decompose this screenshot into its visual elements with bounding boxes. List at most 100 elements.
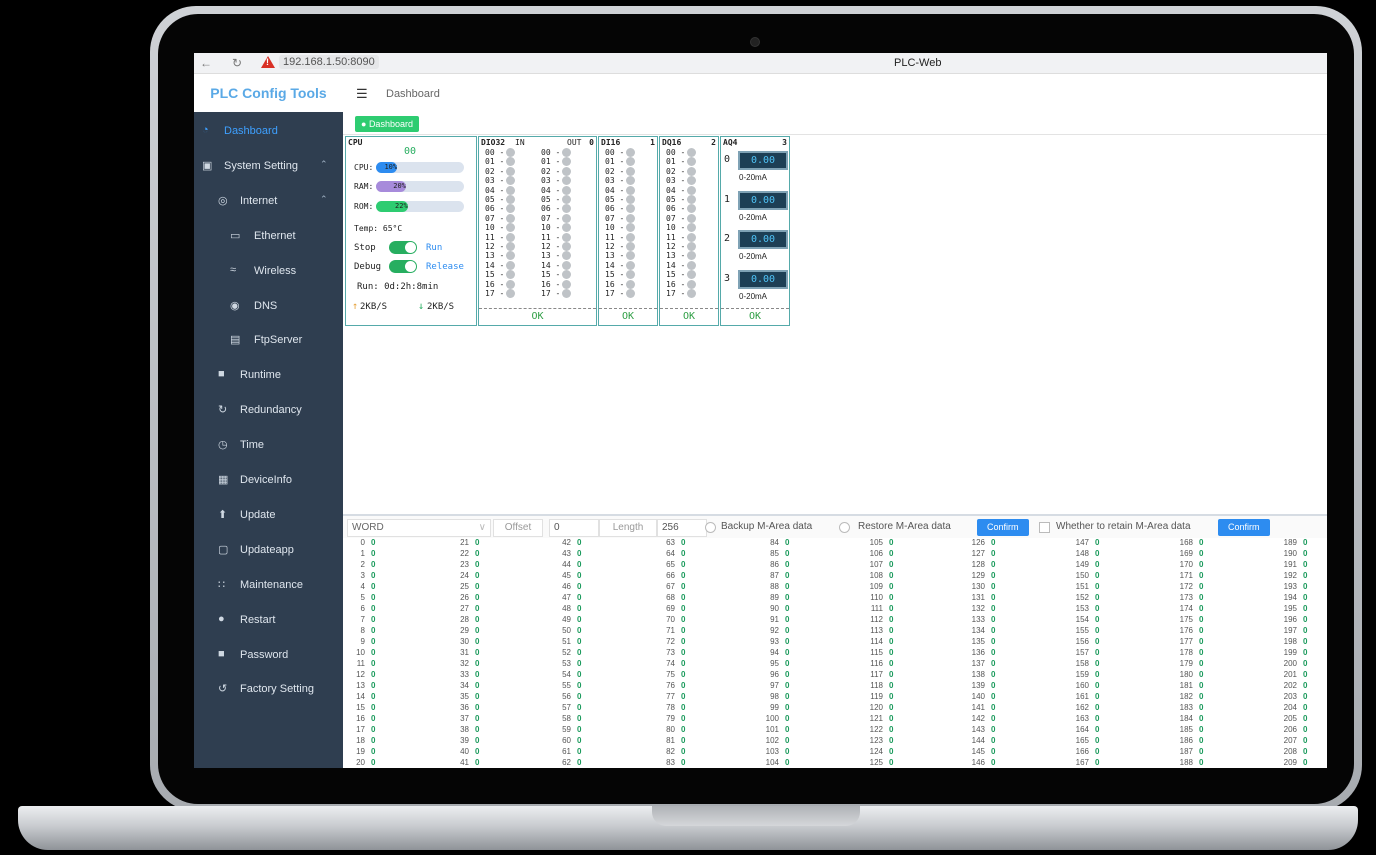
reload-icon[interactable]: ↻: [232, 56, 242, 70]
marea-cell[interactable]: 39 0: [447, 735, 479, 746]
marea-cell[interactable]: 110 0: [861, 592, 893, 603]
marea-cell[interactable]: 19 0: [343, 746, 375, 757]
marea-cell[interactable]: 81 0: [653, 735, 685, 746]
marea-cell[interactable]: 89 0: [757, 592, 789, 603]
marea-cell[interactable]: 198 0: [1275, 636, 1308, 647]
marea-cell[interactable]: 166 0: [1067, 746, 1100, 757]
marea-cell[interactable]: 99 0: [757, 702, 789, 713]
marea-cell[interactable]: 101 0: [757, 724, 790, 735]
marea-cell[interactable]: 72 0: [653, 636, 685, 647]
marea-cell[interactable]: 118 0: [861, 680, 893, 691]
marea-cell[interactable]: 153 0: [1067, 603, 1100, 614]
marea-cell[interactable]: 141 0: [963, 702, 996, 713]
marea-cell[interactable]: 15 0: [343, 702, 375, 713]
marea-cell[interactable]: 102 0: [757, 735, 790, 746]
marea-cell[interactable]: 50: [343, 592, 376, 603]
marea-cell[interactable]: 84 0: [757, 537, 789, 548]
marea-cell[interactable]: 168 0: [1171, 537, 1204, 548]
marea-cell[interactable]: 154 0: [1067, 614, 1100, 625]
marea-cell[interactable]: 114 0: [861, 636, 893, 647]
retain-checkbox[interactable]: [1039, 522, 1050, 533]
marea-cell[interactable]: 137 0: [963, 658, 996, 669]
marea-cell[interactable]: 180 0: [1171, 669, 1204, 680]
sidebar-item-time[interactable]: ◷ Time: [194, 428, 343, 462]
marea-cell[interactable]: 52 0: [549, 647, 581, 658]
marea-cell[interactable]: 42 0: [549, 537, 581, 548]
marea-cell[interactable]: 38 0: [447, 724, 479, 735]
marea-cell[interactable]: 67 0: [653, 581, 685, 592]
marea-cell[interactable]: 40 0: [447, 746, 479, 757]
marea-cell[interactable]: 30 0: [447, 636, 479, 647]
marea-cell[interactable]: 31 0: [447, 647, 479, 658]
marea-cell[interactable]: 76 0: [653, 680, 685, 691]
sidebar-item-factory-setting[interactable]: ↺ Factory Setting: [194, 672, 343, 706]
marea-cell[interactable]: 66 0: [653, 570, 685, 581]
marea-cell[interactable]: 93 0: [757, 636, 789, 647]
marea-cell[interactable]: 174 0: [1171, 603, 1204, 614]
marea-cell[interactable]: 201 0: [1275, 669, 1308, 680]
marea-cell[interactable]: 121 0: [861, 713, 894, 724]
marea-cell[interactable]: 131 0: [963, 592, 996, 603]
marea-cell[interactable]: 111 0: [861, 603, 894, 614]
marea-cell[interactable]: 75 0: [653, 669, 685, 680]
marea-cell[interactable]: 94 0: [757, 647, 789, 658]
marea-cell[interactable]: 148 0: [1067, 548, 1100, 559]
sidebar-item-redundancy[interactable]: ↻ Redundancy: [194, 393, 343, 427]
sidebar-item-update[interactable]: ⬆ Update: [194, 498, 343, 532]
marea-cell[interactable]: 183 0: [1171, 702, 1204, 713]
marea-cell[interactable]: 10 0: [343, 647, 375, 658]
marea-cell[interactable]: 60 0: [549, 735, 581, 746]
marea-cell[interactable]: 146 0: [963, 757, 996, 768]
marea-cell[interactable]: 155 0: [1067, 625, 1100, 636]
marea-cell[interactable]: 24 0: [447, 570, 479, 581]
sidebar-item-password[interactable]: ■ Password: [194, 638, 343, 672]
marea-cell[interactable]: 204 0: [1275, 702, 1308, 713]
length-input[interactable]: 256: [657, 519, 707, 537]
marea-cell[interactable]: 37 0: [447, 713, 479, 724]
marea-cell[interactable]: 69 0: [653, 603, 685, 614]
marea-cell[interactable]: 190 0: [1275, 548, 1308, 559]
marea-cell[interactable]: 27 0: [447, 603, 479, 614]
marea-cell[interactable]: 127 0: [963, 548, 996, 559]
confirm-backup-button[interactable]: Confirm: [977, 519, 1029, 536]
marea-cell[interactable]: 30: [343, 570, 376, 581]
marea-cell[interactable]: 97 0: [757, 680, 789, 691]
marea-cell[interactable]: 129 0: [963, 570, 996, 581]
marea-cell[interactable]: 126 0: [963, 537, 996, 548]
marea-cell[interactable]: 82 0: [653, 746, 685, 757]
marea-cell[interactable]: 164 0: [1067, 724, 1100, 735]
marea-cell[interactable]: 73 0: [653, 647, 685, 658]
marea-cell[interactable]: 43 0: [549, 548, 581, 559]
marea-cell[interactable]: 98 0: [757, 691, 789, 702]
marea-cell[interactable]: 192 0: [1275, 570, 1308, 581]
marea-cell[interactable]: 185 0: [1171, 724, 1204, 735]
sidebar-item-wireless[interactable]: ≈ Wireless: [194, 254, 343, 288]
marea-cell[interactable]: 45 0: [549, 570, 581, 581]
marea-cell[interactable]: 191 0: [1275, 559, 1308, 570]
menu-toggle-icon[interactable]: ☰: [356, 86, 368, 102]
marea-cell[interactable]: 56 0: [549, 691, 581, 702]
sidebar-item-dashboard[interactable]: ◔ Dashboard: [194, 114, 343, 148]
marea-cell[interactable]: 122 0: [861, 724, 894, 735]
marea-cell[interactable]: 175 0: [1171, 614, 1204, 625]
marea-cell[interactable]: 32 0: [447, 658, 479, 669]
marea-cell[interactable]: 200 0: [1275, 658, 1308, 669]
marea-cell[interactable]: 177 0: [1171, 636, 1204, 647]
sidebar-item-maintenance[interactable]: ∷ Maintenance: [194, 568, 343, 602]
marea-cell[interactable]: 181 0: [1171, 680, 1204, 691]
marea-cell[interactable]: 16 0: [343, 713, 375, 724]
marea-cell[interactable]: 133 0: [963, 614, 996, 625]
marea-cell[interactable]: 203 0: [1275, 691, 1308, 702]
run-stop-toggle[interactable]: [389, 241, 417, 254]
marea-cell[interactable]: 156 0: [1067, 636, 1100, 647]
marea-cell[interactable]: 197 0: [1275, 625, 1308, 636]
marea-cell[interactable]: 63 0: [653, 537, 685, 548]
marea-cell[interactable]: 119 0: [861, 691, 893, 702]
marea-cell[interactable]: 173 0: [1171, 592, 1204, 603]
marea-cell[interactable]: 60: [343, 603, 376, 614]
marea-cell[interactable]: 105 0: [861, 537, 894, 548]
marea-cell[interactable]: 142 0: [963, 713, 996, 724]
marea-cell[interactable]: 196 0: [1275, 614, 1308, 625]
marea-cell[interactable]: 78 0: [653, 702, 685, 713]
marea-cell[interactable]: 80 0: [653, 724, 685, 735]
